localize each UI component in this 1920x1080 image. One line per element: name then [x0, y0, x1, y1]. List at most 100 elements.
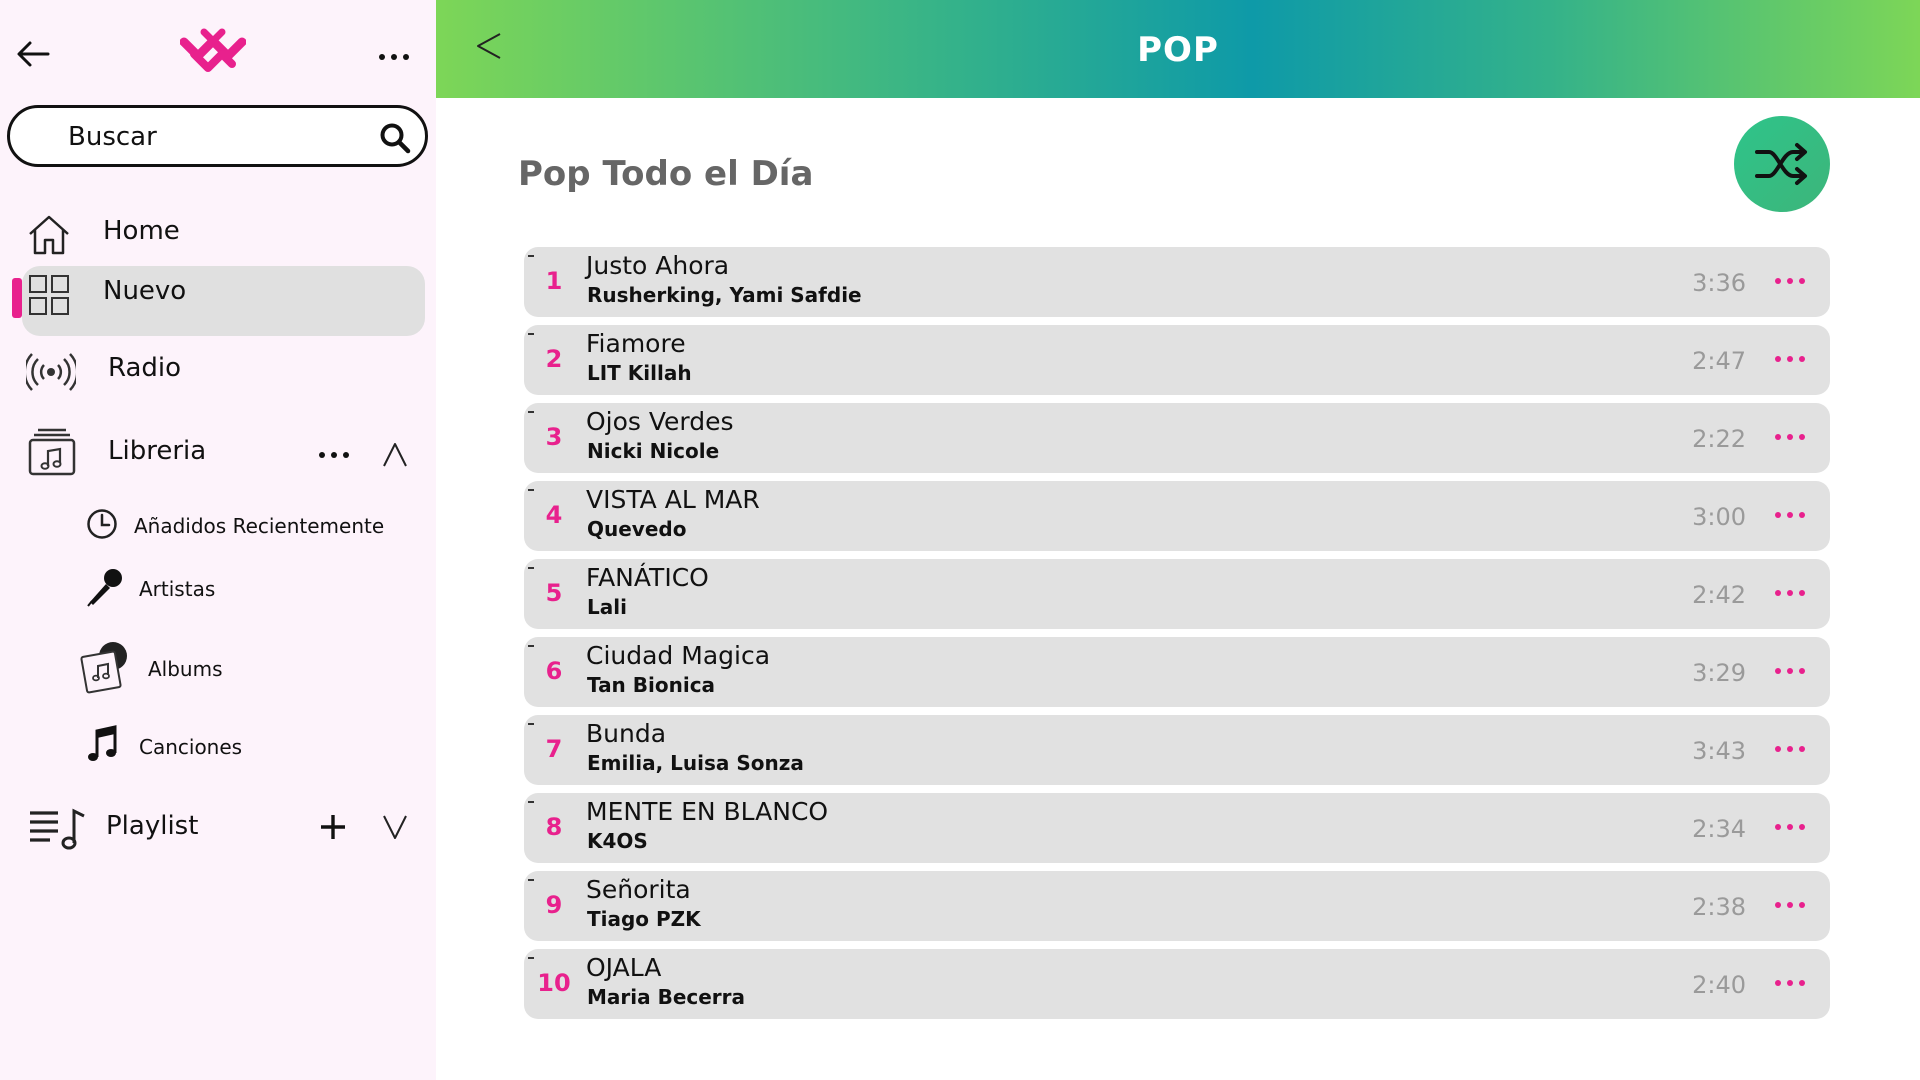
- track-marker: [528, 645, 534, 647]
- track-options-icon[interactable]: [1772, 585, 1808, 601]
- track-marker: [528, 879, 534, 881]
- track-row[interactable]: 9 Señorita Tiago PZK 2:38: [524, 871, 1830, 941]
- library-label-albums: Albums: [148, 657, 223, 681]
- library-label-recent: Añadidos Recientemente: [134, 514, 385, 538]
- track-artist: Nicki Nicole: [587, 439, 720, 463]
- microphone-icon: [86, 567, 124, 611]
- track-number: 8: [545, 813, 563, 841]
- track-artist: Lali: [587, 595, 627, 619]
- track-duration: 3:00: [1692, 503, 1746, 531]
- nav-item-playlist[interactable]: Playlist: [0, 795, 436, 861]
- library-item-songs[interactable]: Canciones: [86, 721, 286, 771]
- library-options-icon[interactable]: [314, 440, 354, 470]
- track-number: 5: [545, 579, 563, 607]
- library-label-artists: Artistas: [139, 577, 216, 601]
- nav-label-nuevo: Nuevo: [103, 276, 187, 306]
- nav-item-nuevo[interactable]: Nuevo: [0, 260, 436, 326]
- library-item-albums[interactable]: Albums: [80, 642, 280, 694]
- track-artist: Maria Becerra: [587, 985, 746, 1009]
- track-duration: 2:38: [1692, 893, 1746, 921]
- nav-label-libreria: Libreria: [108, 436, 207, 466]
- chevron-down-icon[interactable]: [380, 812, 410, 842]
- track-duration: 3:29: [1692, 659, 1746, 687]
- nav-item-home[interactable]: Home: [0, 200, 436, 266]
- track-artist: Rusherking, Yami Safdie: [587, 283, 862, 307]
- album-icon: [80, 640, 132, 698]
- search-icon[interactable]: [379, 122, 411, 154]
- track-artist: Tan Bionica: [587, 673, 716, 697]
- track-duration: 2:22: [1692, 425, 1746, 453]
- track-number: 6: [545, 657, 563, 685]
- track-options-icon[interactable]: [1772, 507, 1808, 523]
- track-row[interactable]: 3 Ojos Verdes Nicki Nicole 2:22: [524, 403, 1830, 473]
- track-options-icon[interactable]: [1772, 741, 1808, 757]
- track-row[interactable]: 4 VISTA AL MAR Quevedo 3:00: [524, 481, 1830, 551]
- library-item-artists[interactable]: Artistas: [86, 563, 286, 613]
- nav-label-playlist: Playlist: [106, 811, 199, 841]
- nav-label-radio: Radio: [108, 353, 182, 383]
- track-duration: 3:36: [1692, 269, 1746, 297]
- track-options-icon[interactable]: [1772, 819, 1808, 835]
- track-marker: [528, 801, 534, 803]
- add-playlist-icon[interactable]: [318, 812, 348, 842]
- track-list: 1 Justo Ahora Rusherking, Yami Safdie 3:36 2…: [524, 247, 1830, 1027]
- nav-item-libreria[interactable]: Libreria: [0, 420, 436, 486]
- track-title: Fiamore: [586, 329, 686, 358]
- track-artist: Tiago PZK: [587, 907, 701, 931]
- shuffle-button[interactable]: [1734, 116, 1830, 212]
- track-number: 3: [545, 423, 563, 451]
- playlist-icon: [28, 807, 88, 853]
- track-row[interactable]: 8 MENTE EN BLANCO K4OS 2:34: [524, 793, 1830, 863]
- music-note-icon: [86, 725, 120, 769]
- track-duration: 2:42: [1692, 581, 1746, 609]
- track-number: 1: [545, 267, 563, 295]
- track-number: 9: [545, 891, 563, 919]
- track-row[interactable]: 2 Fiamore LIT Killah 2:47: [524, 325, 1830, 395]
- search-input[interactable]: [68, 120, 368, 154]
- track-row[interactable]: 1 Justo Ahora Rusherking, Yami Safdie 3:36: [524, 247, 1830, 317]
- nav-item-radio[interactable]: Radio: [0, 337, 436, 403]
- track-title: FANÁTICO: [586, 563, 709, 592]
- track-number: 2: [545, 345, 563, 373]
- track-title: Señorita: [586, 875, 691, 904]
- chevron-up-icon[interactable]: [380, 440, 410, 470]
- track-marker: [528, 567, 534, 569]
- track-row[interactable]: 7 Bunda Emilia, Luisa Sonza 3:43: [524, 715, 1830, 785]
- track-marker: [528, 333, 534, 335]
- track-title: Justo Ahora: [586, 251, 730, 280]
- track-artist: Emilia, Luisa Sonza: [587, 751, 804, 775]
- track-options-icon[interactable]: [1772, 351, 1808, 367]
- back-arrow-icon[interactable]: [14, 34, 54, 74]
- track-marker: [528, 411, 534, 413]
- track-options-icon[interactable]: [1772, 273, 1808, 289]
- track-title: Bunda: [586, 719, 667, 748]
- page-title: POP: [1137, 30, 1219, 70]
- track-options-icon[interactable]: [1772, 429, 1808, 445]
- track-title: Ojos Verdes: [586, 407, 734, 436]
- more-options-icon[interactable]: [374, 40, 414, 70]
- track-marker: [528, 957, 534, 959]
- track-title: Ciudad Magica: [586, 641, 771, 670]
- track-number: 10: [537, 969, 571, 997]
- music-app: Home Nuevo Radio Libreria: [0, 0, 1920, 1080]
- shuffle-icon: [1755, 143, 1807, 185]
- track-row[interactable]: 5 FANÁTICO Lali 2:42: [524, 559, 1830, 629]
- track-options-icon[interactable]: [1772, 975, 1808, 991]
- search-box: [7, 105, 428, 167]
- track-title: OJALA: [586, 953, 662, 982]
- track-row[interactable]: 6 Ciudad Magica Tan Bionica 3:29: [524, 637, 1830, 707]
- nav-label-home: Home: [103, 216, 180, 246]
- library-item-recent[interactable]: Añadidos Recientemente: [86, 500, 416, 550]
- home-icon: [26, 212, 72, 258]
- track-title: MENTE EN BLANCO: [586, 797, 829, 826]
- track-duration: 2:34: [1692, 815, 1746, 843]
- grid-icon: [28, 274, 74, 320]
- track-artist: K4OS: [587, 829, 648, 853]
- track-options-icon[interactable]: [1772, 663, 1808, 679]
- radio-broadcast-icon: [23, 349, 79, 395]
- track-marker: [528, 723, 534, 725]
- track-row[interactable]: 10 OJALA Maria Becerra 2:40: [524, 949, 1830, 1019]
- track-options-icon[interactable]: [1772, 897, 1808, 913]
- track-marker: [528, 489, 534, 491]
- track-number: 4: [545, 501, 563, 529]
